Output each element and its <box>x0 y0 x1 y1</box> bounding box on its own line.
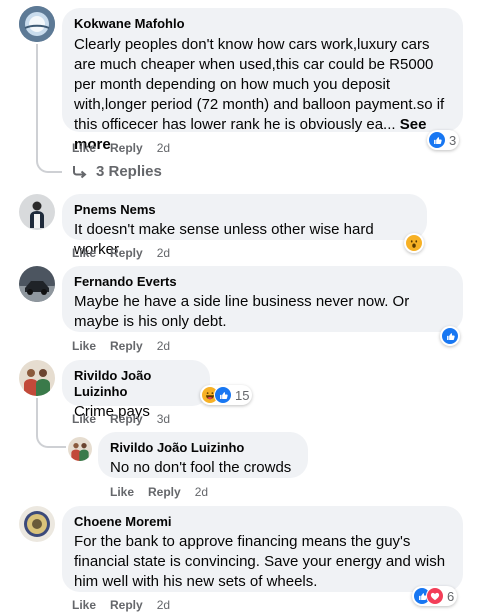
comment-author[interactable]: Pnems Nems <box>74 202 415 218</box>
reaction-count: 15 <box>235 387 250 403</box>
reply-bubble: Rivildo João Luizinho No no don't fool t… <box>98 432 308 478</box>
view-replies-button[interactable]: 3 Replies <box>72 163 162 180</box>
comment-author[interactable]: Rivildo João Luizinho <box>110 440 296 456</box>
comment-timestamp[interactable]: 2d <box>157 141 170 155</box>
thread-connector <box>36 150 62 173</box>
heart-reaction-icon <box>426 587 444 605</box>
reply-button[interactable]: Reply <box>110 412 143 426</box>
avatar-image <box>19 360 55 396</box>
avatar-image <box>68 437 92 461</box>
avatar-image <box>19 6 55 42</box>
reaction-summary[interactable]: 3 <box>427 130 460 150</box>
comment-body: No no don't fool the crowds <box>110 459 292 476</box>
comment-timestamp[interactable]: 3d <box>157 412 170 426</box>
like-reaction-icon <box>214 386 232 404</box>
comment-actions: Like Reply 2d <box>72 598 170 612</box>
reply-button[interactable]: Reply <box>110 246 143 260</box>
avatar[interactable] <box>68 437 92 461</box>
comment-actions: Like Reply 3d <box>72 412 170 426</box>
comment-timestamp[interactable]: 2d <box>157 598 170 612</box>
reaction-summary[interactable] <box>404 233 424 253</box>
comment-bubble: Rivildo João Luizinho Crime pays <box>62 360 210 420</box>
avatar[interactable] <box>19 194 55 230</box>
comment-bubble: Fernando Everts Maybe he have a side lin… <box>62 266 463 332</box>
comment-timestamp[interactable]: 2d <box>157 339 170 353</box>
reaction-count: 3 <box>449 132 457 148</box>
like-button[interactable]: Like <box>72 246 96 260</box>
like-button[interactable]: Like <box>72 598 96 612</box>
comment-text: Clearly peoples don't know how cars work… <box>74 35 451 155</box>
comment-actions: Like Reply 2d <box>72 141 170 155</box>
reply-button[interactable]: Reply <box>110 339 143 353</box>
reaction-summary[interactable]: 15 <box>200 385 253 405</box>
like-button[interactable]: Like <box>72 412 96 426</box>
reaction-summary[interactable] <box>440 326 460 346</box>
comment-body: Clearly peoples don't know how cars work… <box>74 36 445 133</box>
like-reaction-icon <box>428 131 446 149</box>
reply-arrow-icon <box>73 165 87 178</box>
comment-actions: Like Reply 2d <box>72 339 170 353</box>
replies-count-label: 3 Replies <box>96 163 162 180</box>
comment-timestamp[interactable]: 2d <box>195 485 208 499</box>
avatar[interactable] <box>19 6 55 42</box>
comment-author[interactable]: Kokwane Mafohlo <box>74 16 451 32</box>
thread-connector <box>36 426 66 448</box>
wow-reaction-icon <box>405 234 423 252</box>
comment-body: Maybe he have a side line business never… <box>74 293 410 330</box>
comment-actions: Like Reply 2d <box>72 246 170 260</box>
avatar[interactable] <box>19 360 55 396</box>
comment-bubble: Pnems Nems It doesn't make sense unless … <box>62 194 427 258</box>
avatar-image <box>19 194 55 230</box>
like-reaction-icon <box>441 327 459 345</box>
reply-button[interactable]: Reply <box>110 598 143 612</box>
comment-author[interactable]: Rivildo João Luizinho <box>74 368 198 400</box>
reply-button[interactable]: Reply <box>148 485 181 499</box>
avatar-image <box>19 506 55 542</box>
avatar[interactable] <box>19 266 55 302</box>
reaction-count: 6 <box>447 588 455 604</box>
avatar-image <box>19 266 55 302</box>
avatar[interactable] <box>19 506 55 542</box>
like-button[interactable]: Like <box>72 141 96 155</box>
comment-body: For the bank to approve financing means … <box>74 533 446 590</box>
reply-button[interactable]: Reply <box>110 141 143 155</box>
comment-author[interactable]: Choene Moremi <box>74 514 451 530</box>
like-button[interactable]: Like <box>110 485 134 499</box>
comment-bubble: Kokwane Mafohlo Clearly peoples don't kn… <box>62 8 463 153</box>
comment-actions: Like Reply 2d <box>110 485 208 499</box>
thread-line <box>36 398 38 426</box>
like-button[interactable]: Like <box>72 339 96 353</box>
comment-timestamp[interactable]: 2d <box>157 246 170 260</box>
thread-line <box>36 44 38 150</box>
comment-bubble: Choene Moremi For the bank to approve fi… <box>62 506 463 592</box>
reaction-summary[interactable]: 6 <box>412 586 458 606</box>
comment-author[interactable]: Fernando Everts <box>74 274 451 290</box>
